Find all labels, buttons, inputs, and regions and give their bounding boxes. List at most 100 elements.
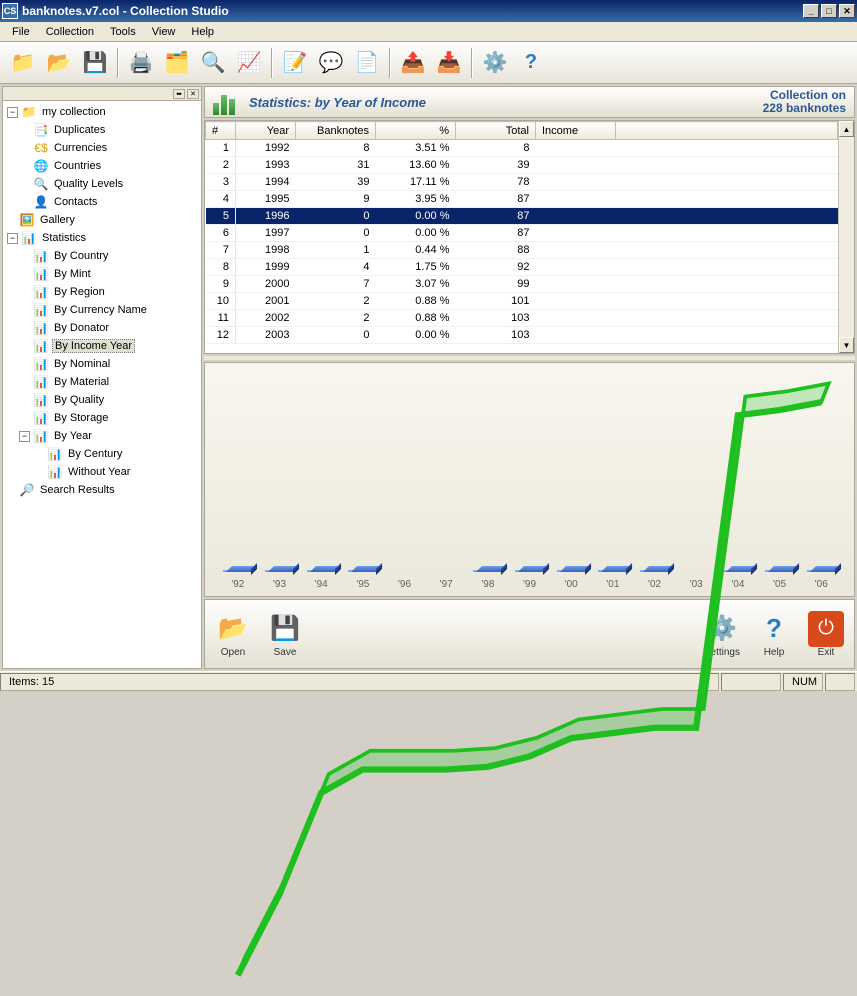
x-tick-label: '95 [342,579,384,590]
tree-item-by-donator[interactable]: 📊By Donator [5,319,199,337]
stats-header: Statistics: by Year of Income Collection… [204,86,855,118]
collapse-icon[interactable]: − [7,233,18,244]
tree-item-search-results[interactable]: 🔎Search Results [5,481,199,499]
save-icon[interactable]: 💾 [78,46,112,80]
table-row[interactable]: 11200220.88 %103 [206,310,838,327]
export-icon[interactable]: 📤 [396,46,430,80]
x-tick-label: '00 [550,579,592,590]
window-title: banknotes.v7.col - Collection Studio [22,4,803,18]
new-collection-icon[interactable]: 📁 [6,46,40,80]
menu-bar: File Collection Tools View Help [0,22,857,42]
import-icon[interactable]: 📥 [432,46,466,80]
chart-bar-icon: 📊 [33,410,49,426]
menu-tools[interactable]: Tools [102,24,144,40]
sidebar: ⬌ ✕ − 📁 my collection 📑Duplicates €$Curr… [2,86,202,669]
table-row[interactable]: 8199941.75 %92 [206,259,838,276]
vertical-scrollbar[interactable]: ▲ ▼ [838,121,854,353]
table-row[interactable]: 4199593.95 %87 [206,191,838,208]
table-row[interactable]: 319943917.11 %78 [206,174,838,191]
table-row[interactable]: 6199700.00 %87 [206,225,838,242]
menu-collection[interactable]: Collection [38,24,102,40]
search-icon[interactable]: 🔍 [196,46,230,80]
chart-bar-icon: 📊 [33,392,49,408]
x-tick-label: '06 [800,579,842,590]
tree-item-by-country[interactable]: 📊By Country [5,247,199,265]
toolbar-separator [471,48,473,78]
tree-item-contacts[interactable]: 👤Contacts [5,193,199,211]
tree-root-my-collection[interactable]: − 📁 my collection [5,103,199,121]
folder-icon: 📁 [21,104,37,120]
menu-help[interactable]: Help [183,24,222,40]
col-header[interactable]: Year [236,122,296,140]
currency-icon: €$ [33,140,49,156]
tree-item-by-currency-name[interactable]: 📊By Currency Name [5,301,199,319]
tree-item-quality[interactable]: 🔍Quality Levels [5,175,199,193]
toolbar-separator [117,48,119,78]
tree-item-duplicates[interactable]: 📑Duplicates [5,121,199,139]
tree-item-currencies[interactable]: €$Currencies [5,139,199,157]
sidebar-close-icon[interactable]: ✕ [187,89,199,99]
table-row[interactable]: 219933113.60 %39 [206,157,838,174]
chart-bar-icon: 📊 [33,266,49,282]
col-header[interactable]: Income [536,122,616,140]
chart-bar-icon: 📊 [33,374,49,390]
scroll-down-icon[interactable]: ▼ [839,337,854,353]
duplicates-icon: 📑 [33,122,49,138]
chart-icon[interactable]: 📈 [232,46,266,80]
col-header[interactable]: Total [456,122,536,140]
x-tick-label: '92 [217,579,259,590]
open-icon[interactable]: 📂 [42,46,76,80]
tree-item-gallery[interactable]: 🖼️Gallery [5,211,199,229]
print-icon[interactable]: 🖨️ [124,46,158,80]
table-row[interactable]: 12200300.00 %103 [206,327,838,344]
tree-item-by-material[interactable]: 📊By Material [5,373,199,391]
tree-item-statistics[interactable]: − 📊 Statistics [5,229,199,247]
chart-panel: '92'93'94'95'96'97'98'99'00'01'02'03'04'… [204,362,855,597]
tree-item-by-mint[interactable]: 📊By Mint [5,265,199,283]
tree-item-by-nominal[interactable]: 📊By Nominal [5,355,199,373]
help-icon[interactable]: ? [514,46,548,80]
tree-item-by-century[interactable]: 📊By Century [5,445,199,463]
menu-view[interactable]: View [144,24,184,40]
sidebar-pin-icon[interactable]: ⬌ [173,89,185,99]
table-row[interactable]: 10200120.88 %101 [206,293,838,310]
col-header[interactable]: # [206,122,236,140]
col-header[interactable]: % [376,122,456,140]
search-results-icon: 🔎 [19,482,35,498]
tree-item-by-year[interactable]: − 📊 By Year [5,427,199,445]
menu-file[interactable]: File [4,24,38,40]
tree-item-by-storage[interactable]: 📊By Storage [5,409,199,427]
toolbar-separator [389,48,391,78]
preview-icon[interactable]: 🗂️ [160,46,194,80]
collapse-icon[interactable]: − [19,431,30,442]
col-header[interactable]: Banknotes [296,122,376,140]
table-row[interactable]: 1199283.51 %8 [206,140,838,157]
magnifier-icon: 🔍 [33,176,49,192]
tree-item-without-year[interactable]: 📊Without Year [5,463,199,481]
data-table[interactable]: #YearBanknotes%TotalIncome 1199283.51 %8… [205,121,838,344]
tree-item-by-income-year[interactable]: 📊By Income Year [5,337,199,355]
minimize-button[interactable]: _ [803,4,819,18]
settings-icon[interactable]: ⚙️ [478,46,512,80]
tree-item-by-quality[interactable]: 📊By Quality [5,391,199,409]
delete-icon[interactable]: 📄 [350,46,384,80]
chart-bar-icon: 📊 [21,230,37,246]
tree-item-countries[interactable]: 🌐Countries [5,157,199,175]
horizontal-splitter[interactable] [204,356,855,360]
maximize-button[interactable]: □ [821,4,837,18]
tree-item-by-region[interactable]: 📊By Region [5,283,199,301]
comment-icon[interactable]: 💬 [314,46,348,80]
table-row[interactable]: 9200073.07 %99 [206,276,838,293]
chart-bar-icon: 📊 [33,356,49,372]
close-button[interactable]: ✕ [839,4,855,18]
chart-bar-icon: 📊 [33,338,49,354]
x-tick-label: '96 [384,579,426,590]
edit-icon[interactable]: 📝 [278,46,312,80]
table-row[interactable]: 7199810.44 %88 [206,242,838,259]
table-row[interactable]: 5199600.00 %87 [206,208,838,225]
navigation-tree[interactable]: − 📁 my collection 📑Duplicates €$Currenci… [3,101,201,668]
collapse-icon[interactable]: − [7,107,18,118]
scroll-track[interactable] [839,137,854,337]
scroll-up-icon[interactable]: ▲ [839,121,854,137]
chart-bar-icon: 📊 [47,446,63,462]
